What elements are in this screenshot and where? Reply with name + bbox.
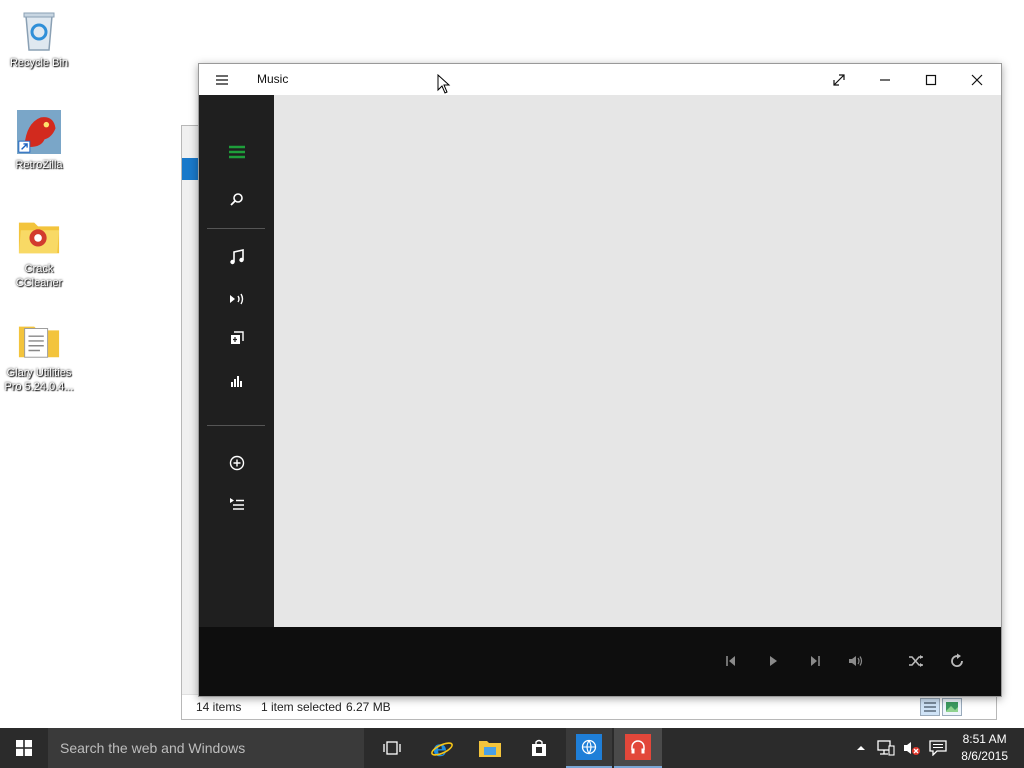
desktop-icon-crack-ccleaner[interactable]: Crack CCleaner (1, 214, 77, 290)
details-view-button[interactable] (920, 698, 940, 716)
shuffle-icon (909, 655, 923, 667)
volume-icon (849, 656, 863, 666)
sidebar-menu-button[interactable] (199, 134, 274, 170)
sidebar-now-playing-button[interactable] (199, 320, 274, 356)
taskbar-app-tile (625, 734, 651, 760)
sidebar-charts-button[interactable] (199, 363, 274, 399)
minimize-button[interactable] (862, 64, 908, 95)
folder-icon (17, 214, 61, 258)
hamburger-icon (216, 74, 228, 85)
albums-icon (230, 331, 244, 344)
action-center-icon (929, 740, 947, 756)
explorer-status-bar: 14 items 1 item selected 6.27 MB (182, 694, 996, 719)
desktop-icon-label: Crack CCleaner (15, 263, 63, 289)
menu-icon (228, 145, 245, 159)
music-app-window[interactable]: Music (198, 63, 1002, 697)
expand-icon (833, 73, 845, 86)
action-center-button[interactable] (926, 728, 950, 768)
details-view-icon (924, 702, 936, 712)
sidebar-collection-button[interactable] (199, 239, 274, 275)
title-bar[interactable]: Music (199, 64, 1001, 95)
shuffle-button[interactable] (902, 649, 930, 673)
sidebar-divider (207, 425, 265, 426)
taskbar-globe-app[interactable] (566, 728, 612, 768)
desktop-icon-glary-utilities[interactable]: Glary Utilities Pro 5.24.0.4... (1, 318, 77, 394)
status-size: 6.27 MB (346, 700, 391, 714)
clock-time: 8:51 AM (962, 732, 1007, 746)
internet-explorer-icon: e (431, 736, 453, 760)
volume-button[interactable] (842, 649, 870, 673)
desktop-icon-recycle-bin[interactable]: Recycle Bin (1, 8, 77, 70)
headphones-icon (631, 740, 645, 754)
taskbar: Search the web and Windows e 8:51 AM 8/6… (0, 728, 1024, 768)
network-tray-button[interactable] (874, 728, 898, 768)
globe-icon (581, 739, 597, 755)
mouse-cursor-icon (437, 74, 451, 94)
taskbar-file-explorer[interactable] (468, 728, 512, 768)
folder-document-icon (17, 318, 61, 362)
taskbar-search-box[interactable]: Search the web and Windows (48, 728, 364, 768)
search-icon (229, 193, 243, 206)
skip-previous-icon (726, 656, 735, 666)
play-icon (770, 656, 777, 666)
maximize-icon (925, 74, 937, 85)
clock-date: 8/6/2015 (961, 749, 1008, 763)
large-icons-view-icon (946, 702, 958, 712)
main-content-area (274, 95, 1001, 627)
radio-icon (229, 293, 243, 305)
taskbar-app-tile (576, 734, 602, 760)
navigation-sidebar (199, 95, 274, 627)
recycle-bin-icon (17, 8, 61, 52)
taskbar-clock[interactable]: 8:51 AM 8/6/2015 (961, 731, 1008, 765)
windows-logo-icon (16, 740, 32, 756)
previous-button[interactable] (717, 649, 745, 673)
volume-muted-icon (904, 742, 920, 755)
taskbar-store[interactable] (517, 728, 561, 768)
skip-next-icon (811, 656, 820, 666)
charts-icon (230, 376, 242, 387)
chevron-up-icon (857, 746, 865, 750)
repeat-button[interactable] (943, 649, 971, 673)
music-note-icon (229, 249, 244, 265)
show-hidden-icons-button[interactable] (852, 728, 870, 768)
playlist-icon (229, 498, 244, 510)
network-icon (877, 740, 895, 756)
sidebar-radio-button[interactable] (199, 281, 274, 317)
start-button[interactable] (0, 728, 48, 768)
volume-tray-button[interactable] (900, 728, 924, 768)
next-button[interactable] (801, 649, 829, 673)
maximize-button[interactable] (908, 64, 954, 95)
play-button[interactable] (759, 649, 787, 673)
task-view-icon (383, 741, 401, 755)
add-icon (229, 455, 244, 471)
desktop-icon-retrozilla[interactable]: RetroZilla (1, 110, 77, 172)
fullscreen-button[interactable] (816, 64, 862, 95)
retrozilla-icon (17, 110, 61, 154)
file-explorer-icon (479, 741, 501, 757)
close-icon (971, 74, 983, 85)
sidebar-new-playlist-button[interactable] (199, 445, 274, 481)
minimize-icon (880, 78, 890, 81)
taskbar-music-app[interactable] (614, 728, 662, 768)
task-view-button[interactable] (370, 728, 414, 768)
sidebar-search-button[interactable] (199, 181, 274, 217)
desktop-icon-label: Recycle Bin (9, 57, 69, 69)
store-bag-icon (532, 739, 546, 756)
close-button[interactable] (954, 64, 1000, 95)
sidebar-divider (207, 228, 265, 229)
window-title: Music (257, 72, 289, 86)
desktop-icon-label: Glary Utilities Pro 5.24.0.4... (4, 367, 74, 393)
hamburger-menu-button[interactable] (199, 64, 245, 95)
sidebar-playlist-button[interactable] (199, 486, 274, 522)
large-icons-view-button[interactable] (942, 698, 962, 716)
status-item-count: 14 items (196, 700, 242, 714)
desktop-icon-label: RetroZilla (15, 159, 63, 171)
playback-bar (199, 627, 1001, 696)
taskbar-internet-explorer[interactable]: e (420, 728, 464, 768)
repeat-icon (951, 653, 963, 667)
status-selection: 1 item selected (261, 700, 342, 714)
